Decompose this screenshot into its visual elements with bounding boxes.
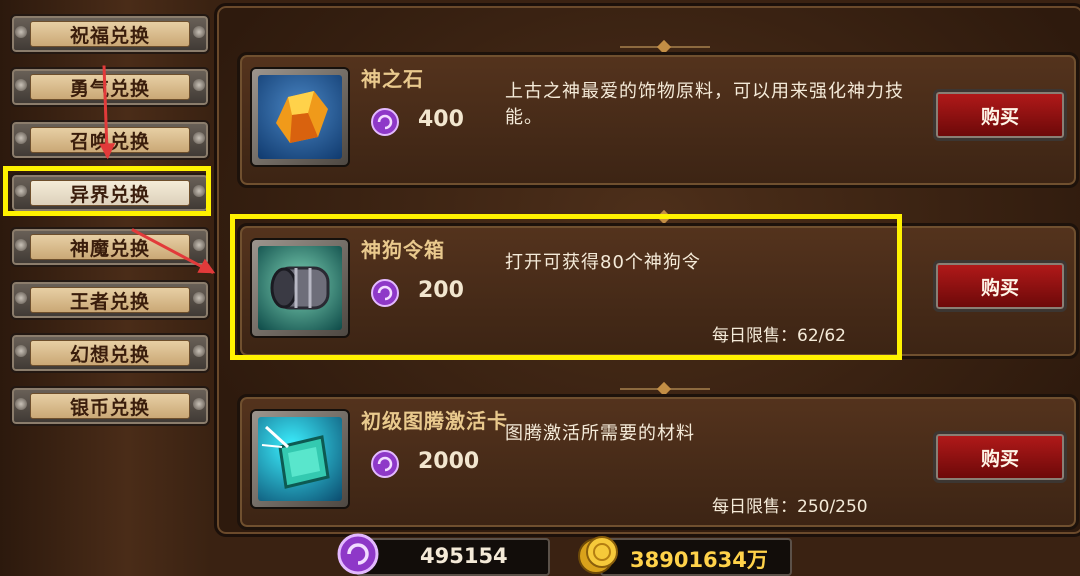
shop-item: 初级图腾激活卡 2000 图腾激活所需要的材料 每日限售：250/250 购买	[237, 394, 1079, 530]
gold-balance: 38901634万	[600, 538, 792, 576]
tab-label: 王者兑换	[30, 287, 190, 313]
item-name: 初级图腾激活卡	[361, 409, 508, 433]
divider-ornament	[620, 42, 710, 52]
highlight-box-item	[230, 214, 902, 360]
god-stone-icon	[258, 75, 342, 159]
totem-card-icon	[258, 417, 342, 501]
shop-item: 神之石 400 上古之神最爱的饰物原料，可以用来强化神力技能。 购买	[237, 52, 1079, 188]
tab-label: 勇气兑换	[30, 74, 190, 100]
divider-ornament	[620, 384, 710, 394]
gem-balance: 495154	[356, 538, 550, 576]
purple-gem-icon	[371, 108, 399, 136]
gold-amount: 38901634万	[630, 548, 768, 572]
buy-button[interactable]: 购买	[933, 260, 1067, 312]
tab-blessing-exchange[interactable]: 祝福兑换	[10, 14, 210, 54]
tab-king-exchange[interactable]: 王者兑换	[10, 280, 210, 320]
purple-gem-icon	[337, 533, 379, 575]
tab-label: 银币兑换	[30, 393, 190, 419]
item-description: 图腾激活所需要的材料	[505, 423, 695, 444]
item-price: 400	[418, 107, 464, 132]
gold-coins-icon	[578, 536, 618, 574]
tab-silver-exchange[interactable]: 银币兑换	[10, 386, 210, 426]
item-name: 神之石	[361, 67, 424, 91]
tab-label: 祝福兑换	[30, 21, 190, 47]
tab-courage-exchange[interactable]: 勇气兑换	[10, 67, 210, 107]
item-description: 上古之神最爱的饰物原料，可以用来强化神力技能。	[505, 81, 904, 128]
item-price: 2000	[418, 449, 480, 474]
gem-amount: 495154	[420, 544, 508, 568]
item-icon-frame	[250, 67, 350, 167]
buy-button[interactable]: 购买	[933, 89, 1067, 141]
daily-limit: 每日限售：250/250	[712, 497, 868, 517]
tab-label: 幻想兑换	[30, 340, 190, 366]
highlight-box-menu	[3, 166, 211, 216]
purple-gem-icon	[371, 450, 399, 478]
tab-fantasy-exchange[interactable]: 幻想兑换	[10, 333, 210, 373]
tab-godmagic-exchange[interactable]: 神魔兑换	[10, 227, 210, 267]
buy-button[interactable]: 购买	[933, 431, 1067, 483]
item-icon-frame	[250, 409, 350, 509]
